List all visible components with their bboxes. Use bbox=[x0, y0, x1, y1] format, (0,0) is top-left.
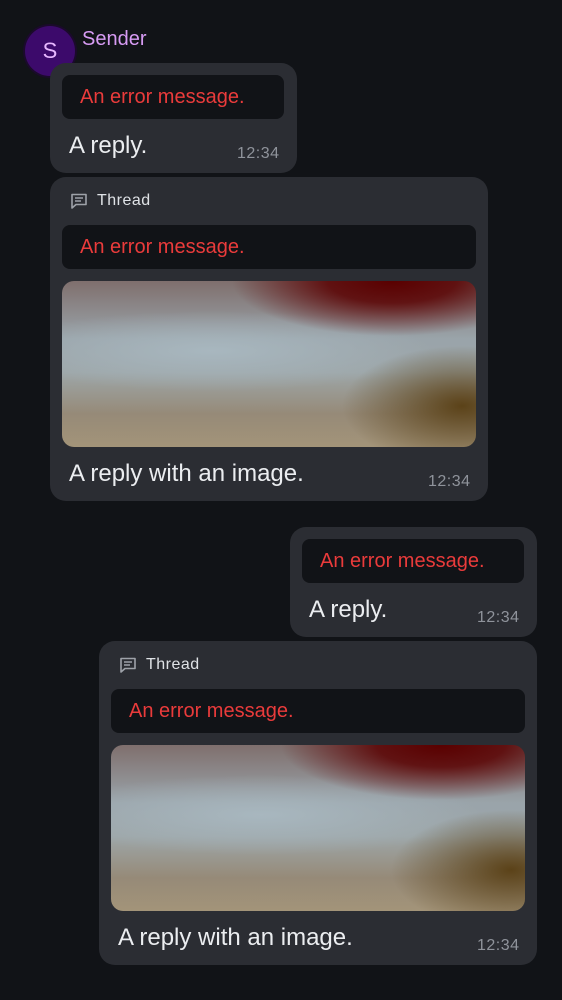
message-timestamp: 12:34 bbox=[477, 937, 520, 954]
thread-icon bbox=[71, 193, 87, 209]
reply-error-quote[interactable]: An error message. bbox=[302, 539, 524, 583]
thread-indicator[interactable]: Thread bbox=[69, 190, 151, 212]
message-timestamp: 12:34 bbox=[477, 609, 520, 626]
reply-error-quote[interactable]: An error message. bbox=[62, 75, 284, 119]
message-body: A reply. bbox=[309, 596, 388, 623]
message-body: A reply. bbox=[69, 132, 148, 159]
image-attachment[interactable] bbox=[111, 745, 525, 911]
reply-error-quote[interactable]: An error message. bbox=[62, 225, 476, 269]
error-message-text: An error message. bbox=[80, 235, 245, 258]
error-message-text: An error message. bbox=[80, 85, 245, 108]
error-message-text: An error message. bbox=[320, 549, 485, 572]
thread-icon bbox=[120, 657, 136, 673]
message-bubble[interactable]: Thread An error message. A reply with an… bbox=[99, 641, 537, 965]
thread-indicator[interactable]: Thread bbox=[118, 654, 200, 676]
thread-label: Thread bbox=[97, 192, 151, 209]
message-timestamp: 12:34 bbox=[428, 473, 471, 490]
message-bubble[interactable]: Thread An error message. A reply with an… bbox=[50, 177, 488, 501]
message-body: A reply with an image. bbox=[118, 924, 353, 951]
message-bubble[interactable]: An error message. A reply. 12:34 bbox=[50, 63, 297, 173]
image-attachment[interactable] bbox=[62, 281, 476, 447]
thread-label: Thread bbox=[146, 656, 200, 673]
message-body: A reply with an image. bbox=[69, 460, 304, 487]
message-bubble[interactable]: An error message. A reply. 12:34 bbox=[290, 527, 537, 637]
message-timestamp: 12:34 bbox=[237, 145, 280, 162]
reply-error-quote[interactable]: An error message. bbox=[111, 689, 525, 733]
error-message-text: An error message. bbox=[129, 699, 294, 722]
sender-name[interactable]: Sender bbox=[82, 28, 147, 51]
